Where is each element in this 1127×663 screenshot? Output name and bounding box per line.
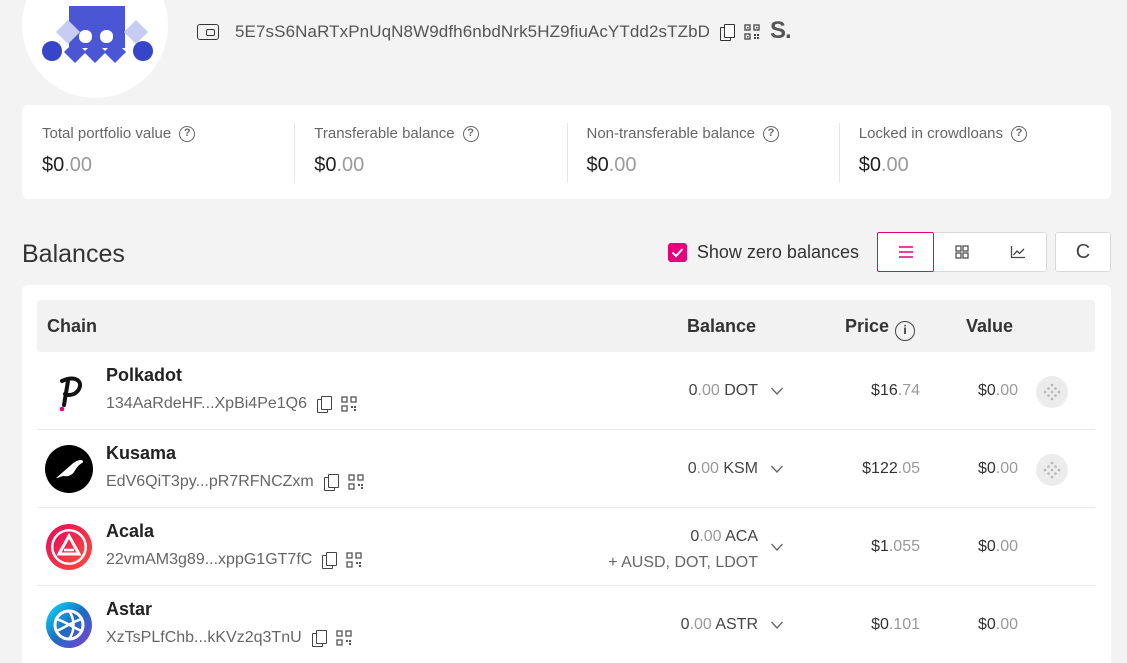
kusama-logo-icon	[45, 445, 93, 493]
chart-icon	[1010, 246, 1025, 259]
price-info-icon[interactable]: i	[895, 321, 916, 341]
chain-address: XzTsPLfChb...kKVz2q3TnU	[106, 629, 352, 647]
table-row[interactable]: Polkadot 134AaRdeHF...XpBi4Pe1Q6 0.00 DO…	[37, 352, 1095, 430]
stat-label: Total portfolio value	[42, 125, 172, 142]
other-tokens: + AUSD, DOT, LDOT	[608, 554, 758, 571]
balances-toolbar: Show zero balances C	[667, 232, 1111, 272]
stat-value: $0.00	[858, 154, 909, 176]
chain-address: EdV6QiT3py...pR7RFNCZxm	[106, 473, 364, 491]
qr-code-icon[interactable]	[348, 474, 364, 490]
stat-non-transferable: Non-transferable balance? $0.00	[566, 105, 839, 199]
column-price[interactable]: Price i	[845, 316, 916, 341]
copy-icon[interactable]	[322, 552, 338, 569]
table-row[interactable]: Acala 22vmAM3g89...xppG1GT7fC 0.00 ACA +…	[37, 508, 1095, 586]
staking-icon[interactable]	[1036, 376, 1068, 408]
portfolio-summary: Total portfolio value? $0.00 Transferabl…	[22, 105, 1111, 199]
price-value: $1.055	[871, 538, 920, 555]
refresh-icon: C	[1075, 240, 1091, 263]
chevron-down-icon[interactable]	[770, 462, 784, 476]
column-chain[interactable]: Chain	[47, 316, 97, 337]
chevron-down-icon[interactable]	[770, 618, 784, 632]
copy-icon[interactable]	[317, 396, 333, 413]
price-value: $122.05	[862, 460, 920, 477]
grid-icon	[955, 245, 969, 259]
column-balance[interactable]: Balance	[687, 316, 756, 337]
stat-transferable: Transferable balance? $0.00	[294, 105, 566, 199]
stat-value: $0.00	[314, 154, 365, 176]
balances-heading: Balances	[22, 240, 125, 268]
fiat-value: $0.00	[977, 538, 1018, 555]
refresh-button[interactable]: C	[1055, 232, 1111, 272]
list-view-button[interactable]	[877, 232, 934, 272]
list-icon	[898, 246, 913, 258]
table-row[interactable]: Kusama EdV6QiT3py...pR7RFNCZxm 0.00 KSM …	[37, 430, 1095, 508]
balance-amount: 0.00 KSM	[687, 460, 758, 477]
grid-view-button[interactable]	[934, 233, 990, 271]
help-icon[interactable]: ?	[1011, 125, 1028, 142]
copy-address-icon[interactable]	[720, 24, 736, 41]
account-address-bar: 5E7sS6NaRTxPnUqN8W9dfh6nbdNrk5HZ9fiuAcYT…	[197, 16, 792, 48]
acala-logo-icon	[46, 524, 92, 570]
fiat-value: $0.00	[977, 616, 1018, 633]
show-zero-balances-label[interactable]: Show zero balances	[697, 242, 859, 263]
chevron-down-icon[interactable]	[770, 540, 784, 554]
fiat-value: $0.00	[977, 460, 1018, 477]
balance-amount: 0.00 ACA	[690, 528, 758, 545]
copy-icon[interactable]	[323, 474, 339, 491]
staking-icon[interactable]	[1036, 454, 1068, 486]
subscan-link-icon[interactable]: S.	[770, 17, 792, 45]
stat-label: Locked in crowdloans	[858, 125, 1004, 142]
column-value[interactable]: Value	[966, 316, 1013, 337]
qr-code-icon[interactable]	[744, 24, 760, 40]
account-address: 5E7sS6NaRTxPnUqN8W9dfh6nbdNrk5HZ9fiuAcYT…	[235, 22, 711, 41]
balance-amount: 0.00 ASTR	[680, 616, 758, 633]
astar-logo-icon	[46, 602, 92, 648]
price-value: $0.101	[871, 616, 920, 633]
account-identicon	[22, 0, 168, 98]
balances-table: Chain Balance Price i Value Polkadot 134A…	[22, 285, 1111, 663]
qr-code-icon[interactable]	[335, 630, 352, 646]
help-icon[interactable]: ?	[179, 125, 196, 142]
chain-name: Astar	[106, 599, 153, 619]
chain-address: 22vmAM3g89...xppG1GT7fC	[106, 551, 362, 569]
chain-name: Polkadot	[106, 365, 183, 385]
fiat-value: $0.00	[977, 382, 1018, 399]
view-mode-toggle	[877, 232, 1047, 272]
table-row[interactable]: Astar XzTsPLfChb...kKVz2q3TnU 0.00 ASTR …	[37, 586, 1095, 663]
stat-value: $0.00	[42, 154, 93, 176]
chain-name: Kusama	[106, 443, 177, 463]
stat-label: Transferable balance	[314, 125, 455, 142]
balance-amount: 0.00 DOT	[688, 382, 758, 399]
copy-icon[interactable]	[311, 630, 327, 647]
chevron-down-icon[interactable]	[770, 384, 784, 398]
help-icon[interactable]: ?	[462, 125, 479, 142]
chain-name: Acala	[106, 521, 155, 541]
show-zero-balances-checkbox[interactable]	[667, 242, 687, 262]
chart-view-button[interactable]	[990, 233, 1046, 271]
stat-label: Non-transferable balance	[586, 125, 755, 142]
price-value: $16.74	[871, 382, 920, 399]
help-icon[interactable]: ?	[762, 125, 779, 142]
polkadot-logo-icon	[59, 376, 82, 412]
wallet-icon	[197, 24, 219, 40]
qr-code-icon[interactable]	[341, 396, 357, 412]
stat-locked-crowdloans: Locked in crowdloans? $0.00	[838, 105, 1111, 199]
stat-value: $0.00	[586, 154, 637, 176]
qr-code-icon[interactable]	[346, 552, 362, 568]
stat-total-portfolio: Total portfolio value? $0.00	[22, 105, 294, 199]
table-header: Chain Balance Price i Value	[37, 300, 1095, 352]
chain-address: 134AaRdeHF...XpBi4Pe1Q6	[106, 395, 357, 413]
